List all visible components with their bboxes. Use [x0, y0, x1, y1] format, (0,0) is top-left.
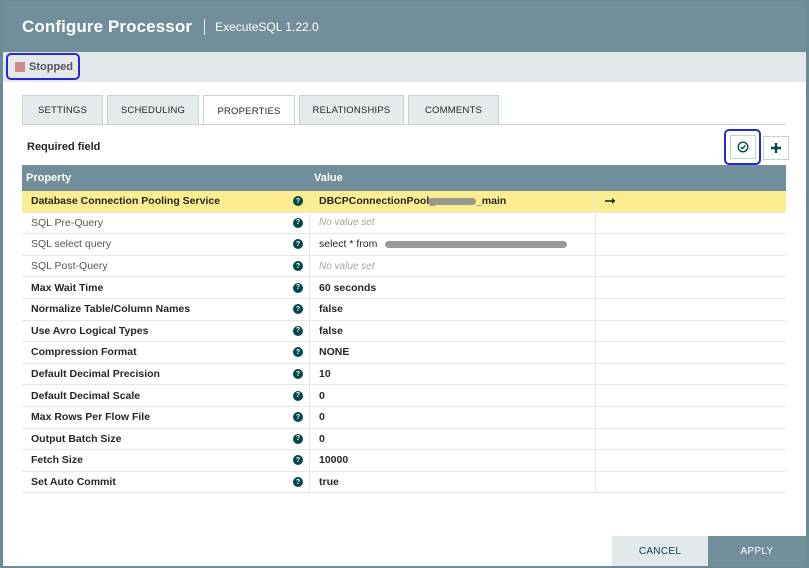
status-indicator: Stopped [6, 53, 80, 80]
help-icon[interactable]: ? [293, 455, 303, 466]
property-value[interactable]: 10 [310, 363, 596, 385]
property-value[interactable]: false [310, 320, 596, 342]
table-row[interactable]: Database Connection Pooling Service ? DB… [22, 191, 786, 213]
redaction-mark [385, 240, 567, 248]
status-text: Stopped [29, 60, 73, 73]
arrow-right-icon[interactable] [605, 197, 617, 205]
property-value: DBCPConnectionPool_ [319, 195, 436, 208]
property-value[interactable]: No value set [310, 255, 596, 277]
property-name: Max Wait Time [31, 281, 104, 294]
property-value[interactable]: 60 seconds [310, 277, 596, 298]
property-value[interactable]: false [310, 298, 596, 320]
property-value: select * from [319, 238, 378, 251]
title-separator [204, 19, 206, 35]
property-name: Set Auto Commit [31, 476, 116, 489]
property-name: SQL Post-Query [31, 260, 108, 273]
tab-properties[interactable]: PROPERTIES [203, 95, 295, 126]
verify-properties-button[interactable] [724, 129, 761, 165]
help-icon[interactable]: ? [293, 304, 303, 315]
tab-bar: SETTINGS SCHEDULING PROPERTIES RELATIONS… [22, 95, 503, 126]
apply-button[interactable]: APPLY [708, 536, 806, 566]
tab-divider [22, 124, 786, 125]
tab-relationships[interactable]: RELATIONSHIPS [299, 95, 404, 125]
table-row[interactable]: Normalize Table/Column Names ? false [22, 298, 786, 321]
property-name: Output Batch Size [31, 432, 122, 445]
status-bar: Stopped [3, 52, 806, 82]
table-row[interactable]: Max Rows Per Flow File ? 0 [22, 406, 786, 429]
property-value[interactable]: 0 [310, 428, 596, 450]
tab-settings[interactable]: SETTINGS [22, 95, 103, 125]
property-name: Default Decimal Precision [31, 368, 160, 381]
table-row[interactable]: Max Wait Time ? 60 seconds [22, 277, 786, 299]
tab-comments[interactable]: COMMENTS [408, 95, 499, 125]
property-name: SQL select query [31, 238, 112, 251]
table-row[interactable]: Set Auto Commit ? true [22, 471, 786, 494]
property-value-suffix: _main [476, 195, 507, 208]
property-value[interactable]: 0 [310, 385, 596, 406]
property-name: Max Rows Per Flow File [31, 411, 151, 424]
add-property-button[interactable] [763, 136, 789, 160]
help-icon[interactable]: ? [293, 433, 303, 444]
help-icon[interactable]: ? [293, 196, 303, 207]
help-icon[interactable]: ? [293, 325, 303, 336]
help-icon[interactable]: ? [293, 412, 303, 423]
property-name: Use Avro Logical Types [31, 324, 149, 337]
table-row[interactable]: Default Decimal Precision ? 10 [22, 363, 786, 386]
properties-table: Property Value Database Connection Pooli… [22, 165, 786, 494]
dialog-title: Configure Processor [22, 17, 193, 36]
property-value[interactable]: No value set [310, 212, 596, 234]
property-name: Default Decimal Scale [31, 389, 141, 402]
property-name: Compression Format [31, 346, 137, 359]
value-column-header: Value [314, 172, 343, 184]
property-column-header: Property [26, 172, 72, 184]
help-icon[interactable]: ? [293, 477, 303, 488]
property-name: SQL Pre-Query [31, 216, 103, 229]
dialog-footer: CANCEL APPLY [612, 536, 806, 566]
property-value[interactable]: 0 [310, 406, 596, 428]
table-row[interactable]: Default Decimal Scale ? 0 [22, 385, 786, 407]
tab-scheduling[interactable]: SCHEDULING [107, 95, 199, 125]
table-row[interactable]: SQL Post-Query ? No value set [22, 255, 786, 278]
table-row[interactable]: SQL select query ? select * from [22, 234, 786, 256]
help-icon[interactable]: ? [293, 217, 303, 228]
table-header: Property Value [22, 165, 786, 191]
help-icon[interactable]: ? [293, 239, 303, 250]
help-icon[interactable]: ? [293, 369, 303, 380]
table-row[interactable]: SQL Pre-Query ? No value set [22, 212, 786, 235]
required-field-label: Required field [27, 141, 101, 153]
configure-processor-dialog: Configure Processor ExecuteSQL 1.22.0 St… [3, 2, 806, 566]
help-icon[interactable]: ? [293, 261, 303, 272]
dialog-header: Configure Processor ExecuteSQL 1.22.0 [3, 2, 806, 52]
property-name: Database Connection Pooling Service [31, 195, 221, 208]
redaction-mark [428, 197, 476, 205]
table-row[interactable]: Compression Format ? NONE [22, 342, 786, 364]
property-value[interactable]: 10000 [310, 450, 596, 471]
plus-icon [771, 143, 781, 153]
check-circle-icon [737, 141, 748, 153]
table-row[interactable]: Fetch Size ? 10000 [22, 450, 786, 472]
table-row[interactable]: Output Batch Size ? 0 [22, 428, 786, 451]
processor-type: ExecuteSQL 1.22.0 [215, 20, 319, 34]
help-icon[interactable]: ? [293, 347, 303, 358]
property-value[interactable]: NONE [310, 342, 596, 363]
property-name: Fetch Size [31, 454, 83, 467]
property-value[interactable]: true [310, 471, 596, 493]
stopped-icon [15, 61, 25, 72]
cancel-button[interactable]: CANCEL [612, 536, 708, 566]
help-icon[interactable]: ? [293, 282, 303, 293]
table-row[interactable]: Use Avro Logical Types ? false [22, 320, 786, 343]
help-icon[interactable]: ? [293, 390, 303, 401]
property-name: Normalize Table/Column Names [31, 303, 191, 316]
